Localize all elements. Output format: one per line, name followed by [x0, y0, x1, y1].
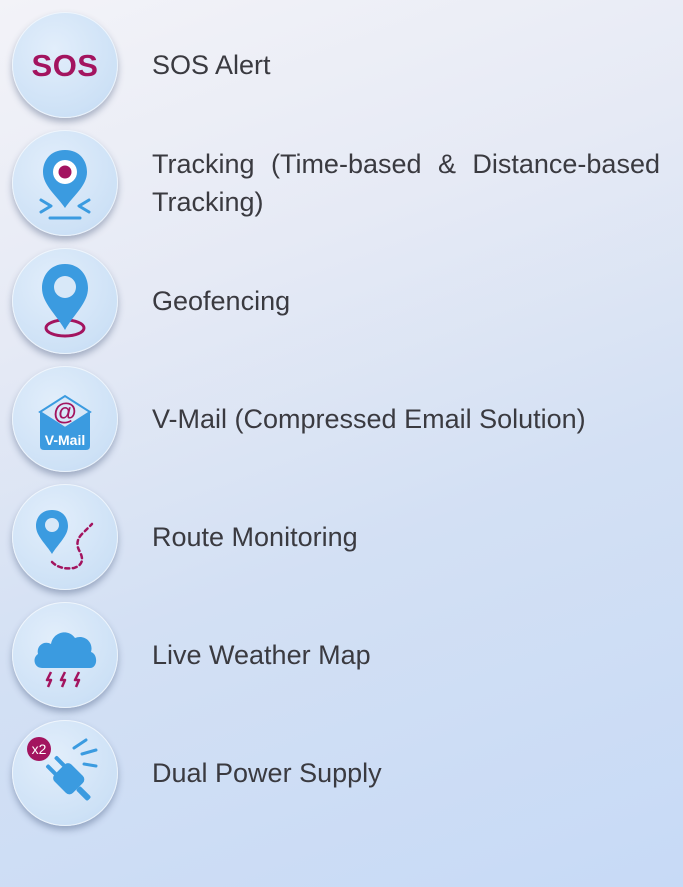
feature-route-monitoring: Route Monitoring: [12, 484, 672, 590]
feature-dual-power: x2 Dual Power Supply: [12, 720, 672, 826]
geofence-pin-icon: [12, 248, 118, 354]
vmail-badge-text: V-Mail: [45, 432, 85, 448]
x2-badge-text: x2: [32, 741, 47, 757]
feature-live-weather: Live Weather Map: [12, 602, 672, 708]
vmail-icon: @ V-Mail: [12, 366, 118, 472]
tracking-pin-icon: [12, 130, 118, 236]
feature-label: Dual Power Supply: [152, 758, 382, 788]
weather-cloud-icon: [12, 602, 118, 708]
feature-label: Tracking (Time-based & Distance-based Tr…: [152, 149, 660, 217]
feature-tracking: Tracking (Time-based & Distance-based Tr…: [12, 130, 672, 236]
route-icon: [12, 484, 118, 590]
feature-label: V-Mail (Compressed Email Solution): [152, 404, 586, 434]
feature-label: Live Weather Map: [152, 640, 371, 670]
feature-label: SOS Alert: [152, 50, 271, 80]
sos-icon: SOS: [12, 12, 118, 118]
power-plug-icon: x2: [12, 720, 118, 826]
feature-label: Route Monitoring: [152, 522, 358, 552]
feature-geofencing: Geofencing: [12, 248, 672, 354]
vmail-at-symbol: @: [53, 399, 76, 426]
feature-label: Geofencing: [152, 286, 291, 316]
feature-sos-alert: SOS SOS Alert: [12, 12, 672, 118]
sos-badge-text: SOS: [32, 48, 99, 83]
feature-vmail: @ V-Mail V-Mail (Compressed Email Soluti…: [12, 366, 672, 472]
